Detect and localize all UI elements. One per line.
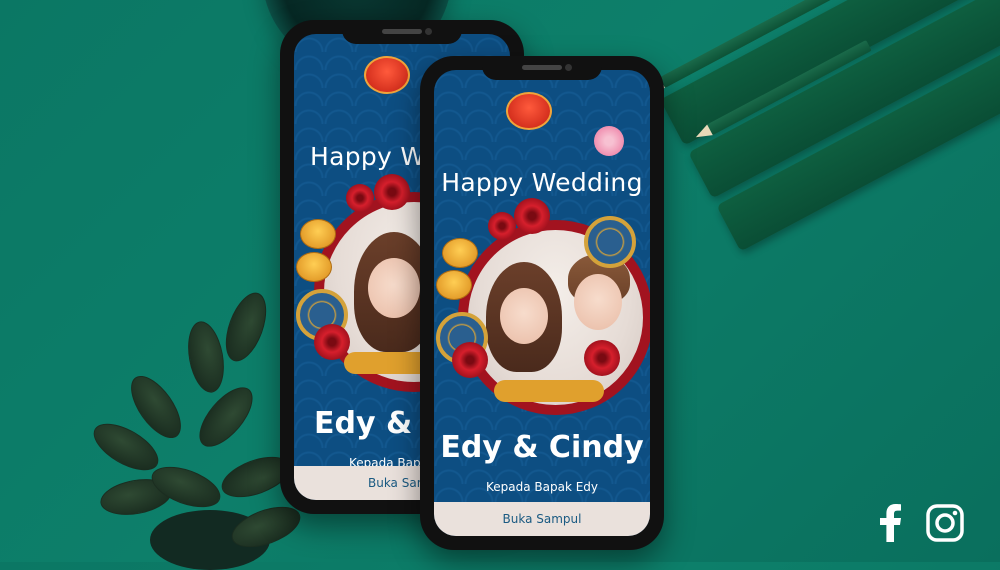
red-flower: [346, 184, 374, 212]
red-flower: [488, 212, 516, 240]
gold-medallion: [584, 216, 636, 268]
instagram-icon[interactable]: [926, 504, 964, 542]
red-flower: [374, 174, 410, 210]
red-flower: [514, 198, 550, 234]
bride-face: [500, 288, 548, 344]
facebook-icon[interactable]: [880, 504, 902, 542]
couple-names: Edy & Cindy: [440, 430, 644, 465]
bride-face: [368, 258, 420, 318]
leaf: [189, 378, 263, 456]
front-phone: Happy Wedding Edy & Cindy Kepada Bapak E…: [420, 56, 664, 550]
leaf: [183, 318, 229, 396]
groom-face: [574, 274, 622, 330]
gold-lantern: [300, 219, 336, 249]
leaf: [217, 287, 275, 367]
gold-lantern: [296, 252, 332, 282]
red-flower: [314, 324, 350, 360]
guest-line: Kepada Bapak Edy: [485, 480, 599, 494]
red-flower: [584, 340, 620, 376]
notebooks-decoration: [641, 0, 1000, 294]
social-icons: [880, 504, 964, 542]
phone-notch: [342, 20, 462, 44]
phone-notch: [482, 56, 602, 80]
front-phone-screen: Happy Wedding Edy & Cindy Kepada Bapak E…: [434, 70, 650, 536]
pink-flower: [594, 126, 624, 156]
gold-lantern: [436, 270, 472, 300]
gold-cloud: [494, 380, 604, 402]
open-invitation-button[interactable]: Buka Sampul: [434, 502, 650, 536]
red-lantern: [506, 92, 552, 130]
invite-title: Happy Wedding: [441, 168, 643, 197]
gold-lantern: [442, 238, 478, 268]
red-flower: [452, 342, 488, 378]
plant-decoration: [80, 280, 310, 570]
red-lantern: [364, 56, 410, 94]
